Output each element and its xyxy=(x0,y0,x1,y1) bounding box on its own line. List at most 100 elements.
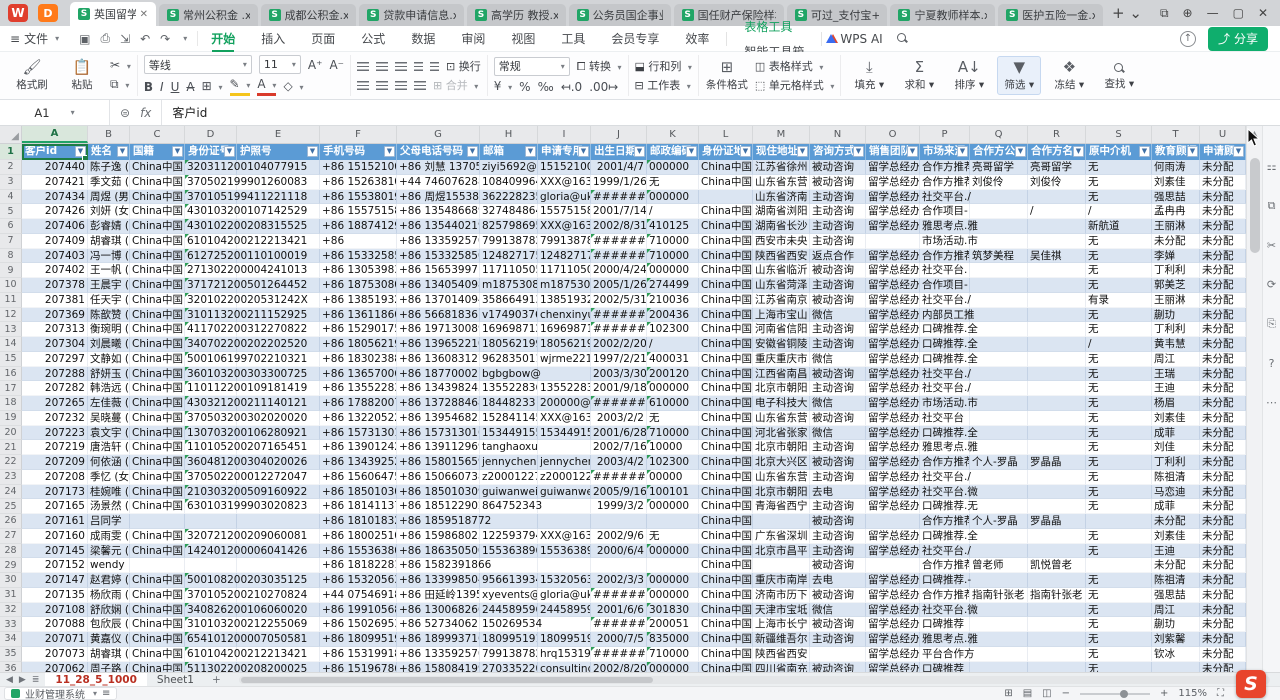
cell-G4[interactable]: +86 周煜155380 xyxy=(397,190,480,205)
cell-Q26[interactable]: 个人-罗晶 xyxy=(970,514,1028,529)
cell-D34[interactable]: 654101200007050581 xyxy=(185,632,237,647)
merge-cells-button[interactable]: ⊞ 合并 ▾ xyxy=(433,77,478,93)
cell-P3[interactable]: 合作方推荐 xyxy=(920,175,970,190)
cell-N14[interactable]: 主动咨询 xyxy=(810,337,866,352)
cell-J8[interactable]: ######### xyxy=(591,249,647,264)
cell-Q27[interactable] xyxy=(970,529,1028,544)
cell-C27[interactable]: China中国 xyxy=(130,529,185,544)
zoom-in-icon[interactable]: + xyxy=(1160,688,1168,699)
cell-D29[interactable] xyxy=(185,558,237,573)
cell-T26[interactable]: 未分配 xyxy=(1152,514,1200,529)
cell-R20[interactable] xyxy=(1028,426,1086,441)
cell-M25[interactable]: 青海省西宁 xyxy=(753,499,810,514)
cell-S10[interactable]: 无 xyxy=(1086,278,1152,293)
cell-N24[interactable]: 去电 xyxy=(810,485,866,500)
cell-G18[interactable]: +86 1372884680 xyxy=(397,396,480,411)
cell-I10[interactable]: m18753080 xyxy=(538,278,591,293)
cell-A2[interactable]: 207440 xyxy=(22,160,88,175)
add-sheet-button[interactable]: + xyxy=(204,674,229,686)
cell-R17[interactable] xyxy=(1028,381,1086,396)
cell-S22[interactable]: 无 xyxy=(1086,455,1152,470)
cell-M36[interactable]: 四川省南充 xyxy=(753,662,810,673)
cell-I36[interactable]: consulting xyxy=(538,662,591,673)
cell-C19[interactable]: China中国 xyxy=(130,411,185,426)
cell-Q13[interactable] xyxy=(970,322,1028,337)
cell-H17[interactable]: 135522836 xyxy=(480,381,538,396)
cell-G21[interactable]: +86 1391129694 xyxy=(397,440,480,455)
cell-F15[interactable]: +86 18302388 xyxy=(320,352,397,367)
cell-P18[interactable]: 市场活动.市 xyxy=(920,396,970,411)
cell-B6[interactable]: 彭睿婧 (女) xyxy=(88,219,130,234)
cell-B36[interactable]: 周子路 (女) xyxy=(88,662,130,673)
cell-S19[interactable]: 无 xyxy=(1086,411,1152,426)
cell-A21[interactable]: 207219 xyxy=(22,440,88,455)
cell-B7[interactable]: 胡睿琪 (女) xyxy=(88,234,130,249)
number-format-select[interactable]: 常规▾ xyxy=(494,57,570,76)
cell-R3[interactable]: 刘俊伶 xyxy=(1028,175,1086,190)
cell-K30[interactable]: 000000 xyxy=(647,573,699,588)
cell-S18[interactable]: 无 xyxy=(1086,396,1152,411)
cell-G5[interactable]: +86 1354866895 xyxy=(397,204,480,219)
cell-R8[interactable]: 吴佳祺 xyxy=(1028,249,1086,264)
cell-O31[interactable]: 留学总经办 xyxy=(866,588,920,603)
menu-item-表格工具[interactable]: 表格工具 xyxy=(731,14,817,39)
cell-J23[interactable]: ######### xyxy=(591,470,647,485)
row-header-1[interactable]: 1 xyxy=(0,144,22,160)
column-letter-C[interactable]: C xyxy=(130,126,185,143)
cell-A10[interactable]: 207378 xyxy=(22,278,88,293)
cell-B3[interactable]: 季文茹 (女) xyxy=(88,175,130,190)
cell-P16[interactable]: 社交平台./ xyxy=(920,367,970,382)
cell-Q3[interactable]: 刘俊伶 xyxy=(970,175,1028,190)
cell-I22[interactable]: jennychen xyxy=(538,455,591,470)
cell-G9[interactable]: +86 1565399710 xyxy=(397,263,480,278)
cell-B35[interactable]: 胡睿琪 (女) xyxy=(88,647,130,662)
cell-L3[interactable]: China中国 xyxy=(699,175,753,190)
cell-A11[interactable]: 207381 xyxy=(22,293,88,308)
cell-A16[interactable]: 207288 xyxy=(22,367,88,382)
cell-B33[interactable]: 包欣辰 (女) xyxy=(88,617,130,632)
cell-J13[interactable]: ######### xyxy=(591,322,647,337)
header-cell-J1[interactable]: 出生日期▼ xyxy=(591,144,647,160)
cell-U10[interactable]: 未分配 xyxy=(1200,278,1246,293)
cell-P26[interactable]: 合作方推荐 xyxy=(920,514,970,529)
cell-O7[interactable] xyxy=(866,234,920,249)
cell-B13[interactable]: 衡琬明 (女) xyxy=(88,322,130,337)
cell-B24[interactable]: 桂婉唯 (女) xyxy=(88,485,130,500)
cell-F6[interactable]: +86 18874129 xyxy=(320,219,397,234)
cell-J26[interactable] xyxy=(591,514,647,529)
cell-C4[interactable]: China中国 xyxy=(130,190,185,205)
cell-T7[interactable]: 未分配 xyxy=(1152,234,1200,249)
cell-O12[interactable]: 留学总经办 xyxy=(866,308,920,323)
row-header-11[interactable]: 11 xyxy=(0,293,22,308)
cell-K9[interactable]: 000000 xyxy=(647,263,699,278)
cell-P9[interactable]: 社交平台. xyxy=(920,263,970,278)
format-painter-button[interactable]: 🖌 格式刷 xyxy=(10,57,54,94)
horizontal-scrollbar-thumb[interactable] xyxy=(241,677,653,683)
cell-S12[interactable]: 无 xyxy=(1086,308,1152,323)
cell-Q8[interactable]: 筑梦美程 xyxy=(970,249,1028,264)
cell-K13[interactable]: 102300 xyxy=(647,322,699,337)
cell-R32[interactable] xyxy=(1028,603,1086,618)
cell-R28[interactable] xyxy=(1028,544,1086,559)
cell-U33[interactable]: 未分配 xyxy=(1200,617,1246,632)
cell-K5[interactable]: / xyxy=(647,204,699,219)
cell-I9[interactable]: 117110505 xyxy=(538,263,591,278)
cell-B26[interactable]: 吕同学 xyxy=(88,514,130,529)
menu-item-审阅[interactable]: 审阅 xyxy=(448,26,498,51)
cell-G2[interactable]: +86 刘慧 137052 xyxy=(397,160,480,175)
cell-R25[interactable] xyxy=(1028,499,1086,514)
cell-C5[interactable]: China中国 xyxy=(130,204,185,219)
cell-J15[interactable]: 1997/2/21 xyxy=(591,352,647,367)
sum-button[interactable]: Σ 求和 ▾ xyxy=(897,57,941,94)
increase-decimal-button[interactable]: ↤.0 xyxy=(561,80,583,94)
cell-T31[interactable]: 强思喆 xyxy=(1152,588,1200,603)
filter-button[interactable]: ▼ xyxy=(578,146,589,157)
sheet-tab-Sheet1[interactable]: Sheet1 xyxy=(147,673,204,687)
cell-L11[interactable]: China中国 xyxy=(699,293,753,308)
cell-M9[interactable]: 山东省临沂 xyxy=(753,263,810,278)
cell-H24[interactable]: guiwanwei xyxy=(480,485,538,500)
cell-B34[interactable]: 黄嘉仪 (女) xyxy=(88,632,130,647)
cell-H6[interactable]: 825798695 xyxy=(480,219,538,234)
export-icon[interactable]: ⇲ xyxy=(120,32,130,46)
row-header-7[interactable]: 7 xyxy=(0,234,22,249)
